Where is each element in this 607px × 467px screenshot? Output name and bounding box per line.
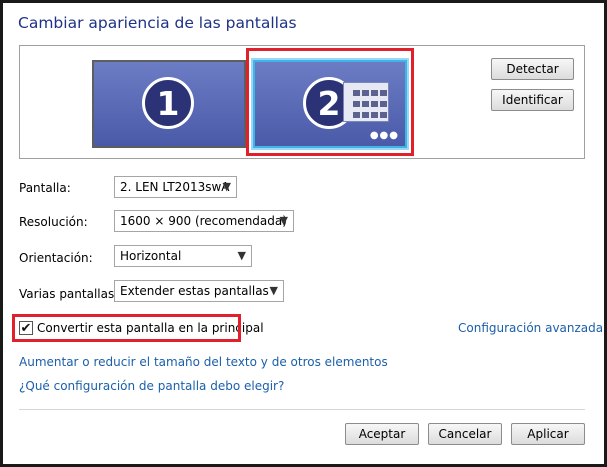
display-select-value: 2. LEN LT2013swA — [120, 180, 230, 194]
orientation-label: Orientación: — [19, 251, 93, 265]
footer-divider — [19, 409, 585, 410]
resolution-label: Resolución: — [19, 215, 88, 229]
chevron-down-icon: ▼ — [222, 180, 231, 193]
window-frame: Cambiar apariencia de las pantallas 1 2 … — [0, 0, 607, 467]
orientation-select[interactable]: Horizontal ▼ — [114, 245, 252, 267]
resolution-select-value: 1600 × 900 (recomendada) — [120, 214, 287, 228]
text-size-link[interactable]: Aumentar o reducir el tamaño del texto y… — [19, 355, 388, 369]
which-setting-link[interactable]: ¿Qué configuración de pantalla debo eleg… — [19, 379, 284, 393]
display-select[interactable]: 2. LEN LT2013swA ▼ — [114, 176, 237, 198]
apply-button[interactable]: Aplicar — [511, 423, 585, 445]
chevron-down-icon: ▼ — [269, 284, 278, 297]
monitor-number: 1 — [142, 77, 194, 129]
monitor-1[interactable]: 1 — [92, 60, 246, 148]
resolution-select[interactable]: 1600 × 900 (recomendada) ▼ — [114, 210, 294, 232]
orientation-select-value: Horizontal — [120, 249, 182, 263]
detect-button[interactable]: Detectar — [491, 58, 574, 80]
cancel-button[interactable]: Cancelar — [428, 423, 502, 445]
accept-button[interactable]: Aceptar — [345, 423, 419, 445]
chevron-down-icon: ▼ — [237, 249, 246, 262]
multiple-displays-select-value: Extender estas pantallas — [120, 284, 269, 298]
page-title: Cambiar apariencia de las pantallas — [18, 14, 297, 32]
chevron-down-icon: ▼ — [279, 214, 288, 227]
highlight-monitor-2 — [246, 48, 414, 156]
highlight-primary-checkbox — [12, 314, 241, 342]
multiple-displays-select[interactable]: Extender estas pantallas ▼ — [114, 280, 284, 302]
display-label: Pantalla: — [19, 181, 71, 195]
advanced-settings-link[interactable]: Configuración avanzada — [458, 321, 603, 335]
identify-button[interactable]: Identificar — [491, 89, 574, 111]
multiple-displays-label: Varias pantallas: — [19, 287, 119, 301]
